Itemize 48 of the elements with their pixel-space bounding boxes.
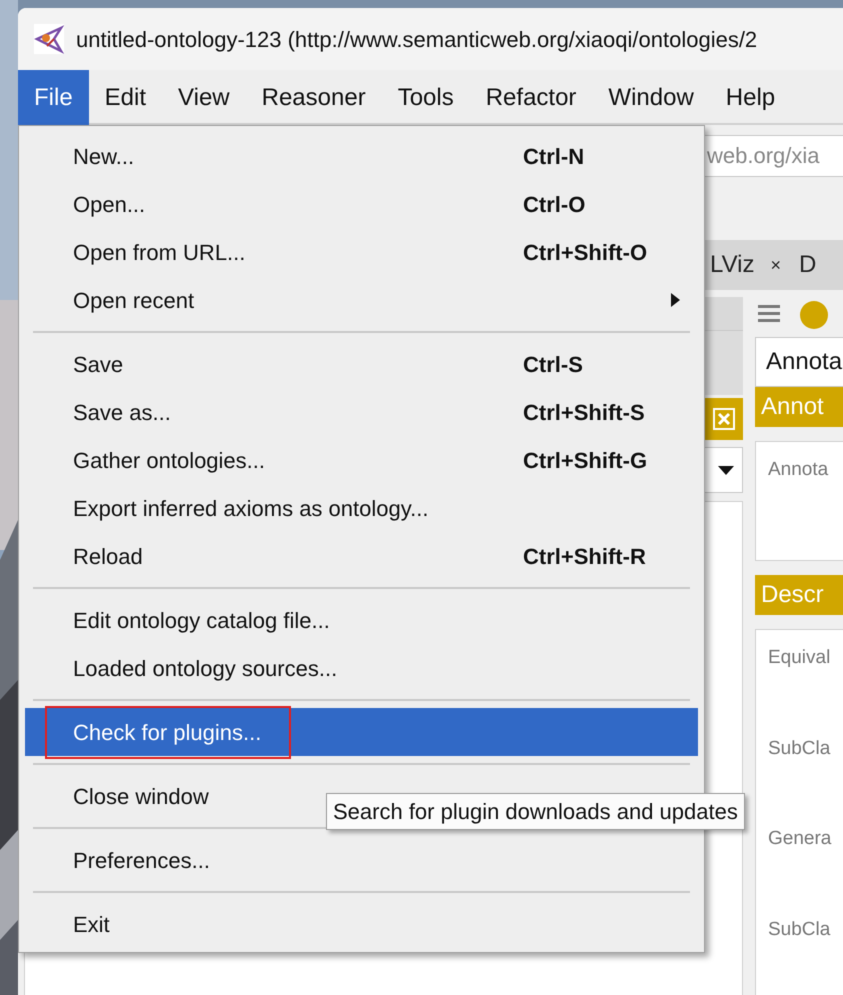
menu-item[interactable]: Open from URL... Ctrl+Shift-O xyxy=(25,228,698,276)
field-label: SubCla xyxy=(768,918,832,942)
field-label: Annota xyxy=(768,458,830,482)
menu-item[interactable]: Export inferred axioms as ontology... xyxy=(25,484,698,532)
menu-icon[interactable] xyxy=(758,305,780,323)
menu-item[interactable]: Gather ontologies... Ctrl+Shift-G xyxy=(25,436,698,484)
section-header: Descr xyxy=(755,575,843,615)
menu-item[interactable]: Preferences... xyxy=(25,836,698,884)
menu-item[interactable]: Save as... Ctrl+Shift-S xyxy=(25,388,698,436)
tooltip: Search for plugin downloads and updates xyxy=(326,793,745,830)
field-label: SubCla xyxy=(768,736,832,760)
shortcut-label: Ctrl-S xyxy=(523,350,583,378)
menu-item[interactable]: Open... Ctrl-O xyxy=(25,180,698,228)
tab-label[interactable]: LViz xyxy=(710,247,754,283)
class-icon xyxy=(800,301,828,329)
menu-item[interactable]: Reload Ctrl+Shift-R xyxy=(25,532,698,580)
menu-item[interactable]: Check for plugins... xyxy=(25,708,698,756)
menu-item[interactable]: Window xyxy=(592,70,710,125)
menu-item[interactable]: File xyxy=(18,70,89,125)
menu-item[interactable]: Save Ctrl-S xyxy=(25,340,698,388)
section-header: Annot xyxy=(755,387,843,427)
annotation-field[interactable]: Annota xyxy=(755,337,843,387)
app-logo-icon xyxy=(34,24,64,54)
field-label: Genera xyxy=(768,827,832,851)
menu-item[interactable]: Tools xyxy=(382,70,470,125)
close-icon[interactable] xyxy=(713,408,735,430)
shortcut-label: Ctrl-N xyxy=(523,142,584,170)
tab-close-button[interactable]: × xyxy=(770,252,781,278)
menu-item[interactable]: View xyxy=(162,70,246,125)
shortcut-label: Ctrl+Shift-G xyxy=(523,446,648,474)
highlight-outline: Check for plugins... xyxy=(47,708,290,756)
menu-item[interactable]: Reasoner xyxy=(246,70,382,125)
shortcut-label: Ctrl+Shift-R xyxy=(523,542,646,570)
shortcut-label: Ctrl-O xyxy=(523,190,586,218)
tab-label[interactable]: D xyxy=(799,247,816,283)
menu-item[interactable]: Loaded ontology sources... xyxy=(25,644,698,692)
window-title: untitled-ontology-123 (http://www.semanticweb.org/xiaoqi/ontologies/2 xyxy=(76,26,758,54)
menu-item[interactable]: Exit xyxy=(25,900,698,948)
caret-icon xyxy=(718,466,734,474)
menu-item[interactable]: New... Ctrl-N xyxy=(25,132,698,180)
menu-item[interactable]: Edit ontology catalog file... xyxy=(25,596,698,644)
shortcut-label: Ctrl+Shift-O xyxy=(523,238,648,266)
menu-item[interactable]: Refactor xyxy=(470,70,592,125)
menu-item[interactable]: Open recent xyxy=(25,276,698,324)
field-label: Equival xyxy=(768,646,832,670)
menu-item[interactable]: Help xyxy=(710,70,792,125)
menu-item[interactable]: Edit xyxy=(88,70,162,125)
shortcut-label: Ctrl+Shift-S xyxy=(523,398,645,426)
